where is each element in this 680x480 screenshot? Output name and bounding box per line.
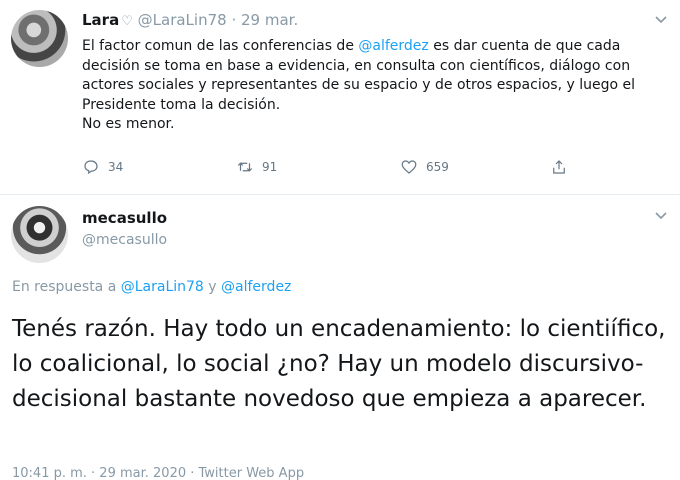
author-name[interactable]: Lara bbox=[82, 11, 119, 29]
tweet-text: Tenés razón. Hay todo un encadenamiento:… bbox=[12, 316, 666, 412]
tweet-metadata: 10:41 p. m. · 29 mar. 2020 · Twitter Web… bbox=[12, 466, 305, 480]
like-button[interactable]: 659 bbox=[400, 158, 449, 176]
author-handle[interactable]: @LaraLin78 bbox=[138, 11, 227, 29]
chevron-down-icon[interactable] bbox=[654, 12, 668, 26]
reply-count: 34 bbox=[108, 160, 124, 174]
mention-link[interactable]: @alferdez bbox=[358, 38, 428, 54]
mention-link[interactable]: @alferdez bbox=[221, 279, 291, 295]
chevron-down-icon[interactable] bbox=[654, 208, 668, 222]
like-icon bbox=[401, 160, 417, 174]
retweet-button[interactable]: 91 bbox=[236, 158, 277, 176]
tweet-header: Lara ♡ @LaraLin78 · 29 mar. bbox=[82, 11, 298, 29]
tweet-date[interactable]: 29 mar. bbox=[241, 11, 298, 29]
share-button[interactable] bbox=[550, 158, 568, 176]
avatar[interactable] bbox=[11, 206, 68, 263]
author-name[interactable]: mecasullo bbox=[82, 209, 167, 227]
reply-icon bbox=[84, 160, 98, 175]
retweet-icon bbox=[237, 162, 253, 172]
reply-button[interactable]: 34 bbox=[82, 158, 123, 176]
author-handle[interactable]: @mecasullo bbox=[82, 232, 167, 248]
avatar[interactable] bbox=[11, 10, 68, 67]
mention-link[interactable]: @LaraLin78 bbox=[121, 279, 204, 295]
like-count: 659 bbox=[426, 160, 449, 174]
heart-icon: ♡ bbox=[121, 14, 133, 29]
tweet-actions: 34 91 659 bbox=[82, 158, 602, 182]
separator: · bbox=[231, 11, 237, 29]
reply-context: En respuesta a @LaraLin78 y @alferdez bbox=[12, 279, 292, 295]
parent-tweet: Lara ♡ @LaraLin78 · 29 mar. El factor com… bbox=[0, 0, 680, 195]
retweet-count: 91 bbox=[262, 160, 278, 174]
tweet-text: El factor comun de las conferencias de @… bbox=[82, 38, 635, 133]
share-icon bbox=[553, 160, 565, 174]
